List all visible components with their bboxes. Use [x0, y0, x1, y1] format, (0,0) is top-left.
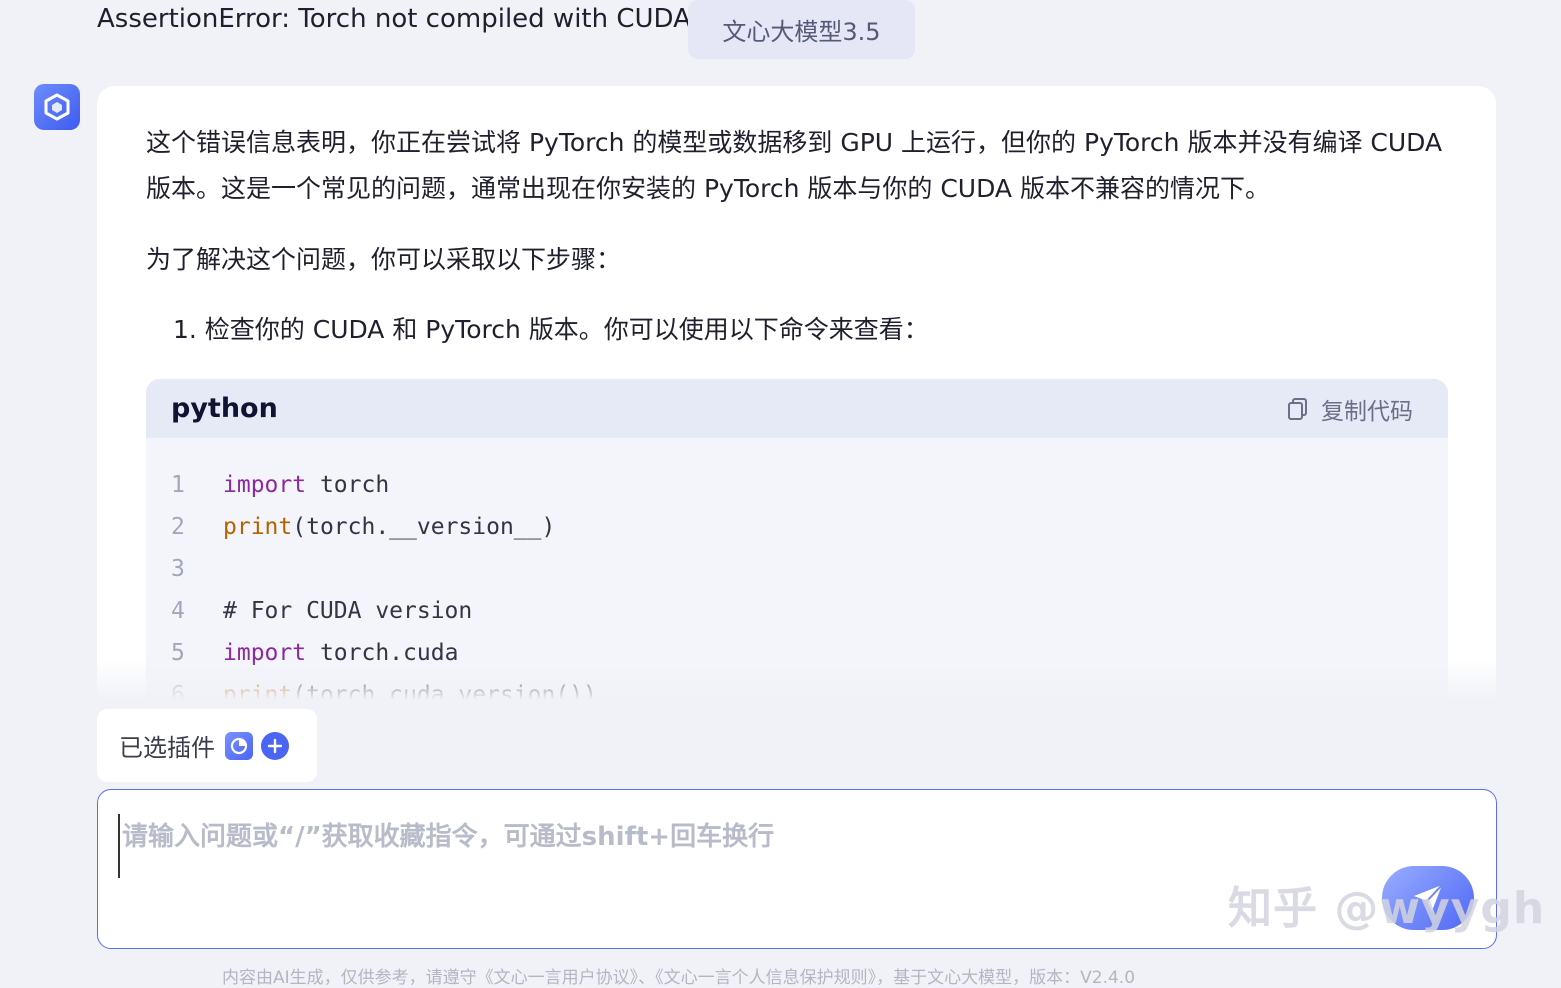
code-line: 3 [146, 548, 1448, 590]
model-badge[interactable]: 文心大模型3.5 [688, 0, 915, 59]
code-line: 2 print(torch.__version__) [146, 506, 1448, 548]
line-number: 2 [171, 514, 185, 540]
copy-code-label: 复制代码 [1321, 398, 1413, 425]
line-number: 1 [171, 472, 185, 498]
line-number: 3 [171, 556, 185, 582]
code-line: 4 # For CUDA version [146, 590, 1448, 632]
code-language: python [171, 393, 278, 424]
code-line: 1 import torch [146, 464, 1448, 506]
code-text: print(torch.__version__) [223, 514, 556, 540]
answer-card: 这个错误信息表明，你正在尝试将 PyTorch 的模型或数据移到 GPU 上运行… [97, 86, 1496, 700]
selected-plugins-label: 已选插件 [119, 734, 215, 762]
answer-paragraph-1: 这个错误信息表明，你正在尝试将 PyTorch 的模型或数据移到 GPU 上运行… [146, 128, 1443, 203]
code-block: python 复制代码 1 import torch 2 print(torch.__… [146, 379, 1448, 700]
code-text: import torch [223, 472, 390, 498]
plugin-chart-icon[interactable] [225, 731, 253, 760]
code-text: # For CUDA version [223, 598, 473, 624]
scroll-fade [97, 660, 1496, 700]
answer-step-1: 1. 检查你的 CUDA 和 PyTorch 版本。你可以使用以下命令来查看： [173, 315, 929, 344]
chat-input[interactable] [118, 814, 1324, 878]
line-number: 4 [171, 598, 185, 624]
disclaimer: 内容由AI生成，仅供参考，请遵守《文心一言用户协议》、《文心一言个人信息保护规则… [222, 968, 1136, 988]
user-message: AssertionError: Torch not compiled with … [97, 4, 691, 34]
copy-icon [1287, 397, 1309, 421]
watermark: 知乎 @wyygh [1228, 883, 1546, 934]
answer-paragraph-2: 为了解决这个问题，你可以采取以下步骤： [146, 245, 622, 274]
add-plugin-button[interactable] [261, 731, 289, 760]
plus-icon [267, 738, 283, 753]
selected-plugins: 已选插件 [97, 709, 317, 782]
cube-logo-icon [44, 93, 70, 121]
bot-avatar [34, 84, 80, 130]
code-header: python 复制代码 [146, 379, 1448, 438]
copy-code-button[interactable]: 复制代码 [1287, 392, 1413, 426]
